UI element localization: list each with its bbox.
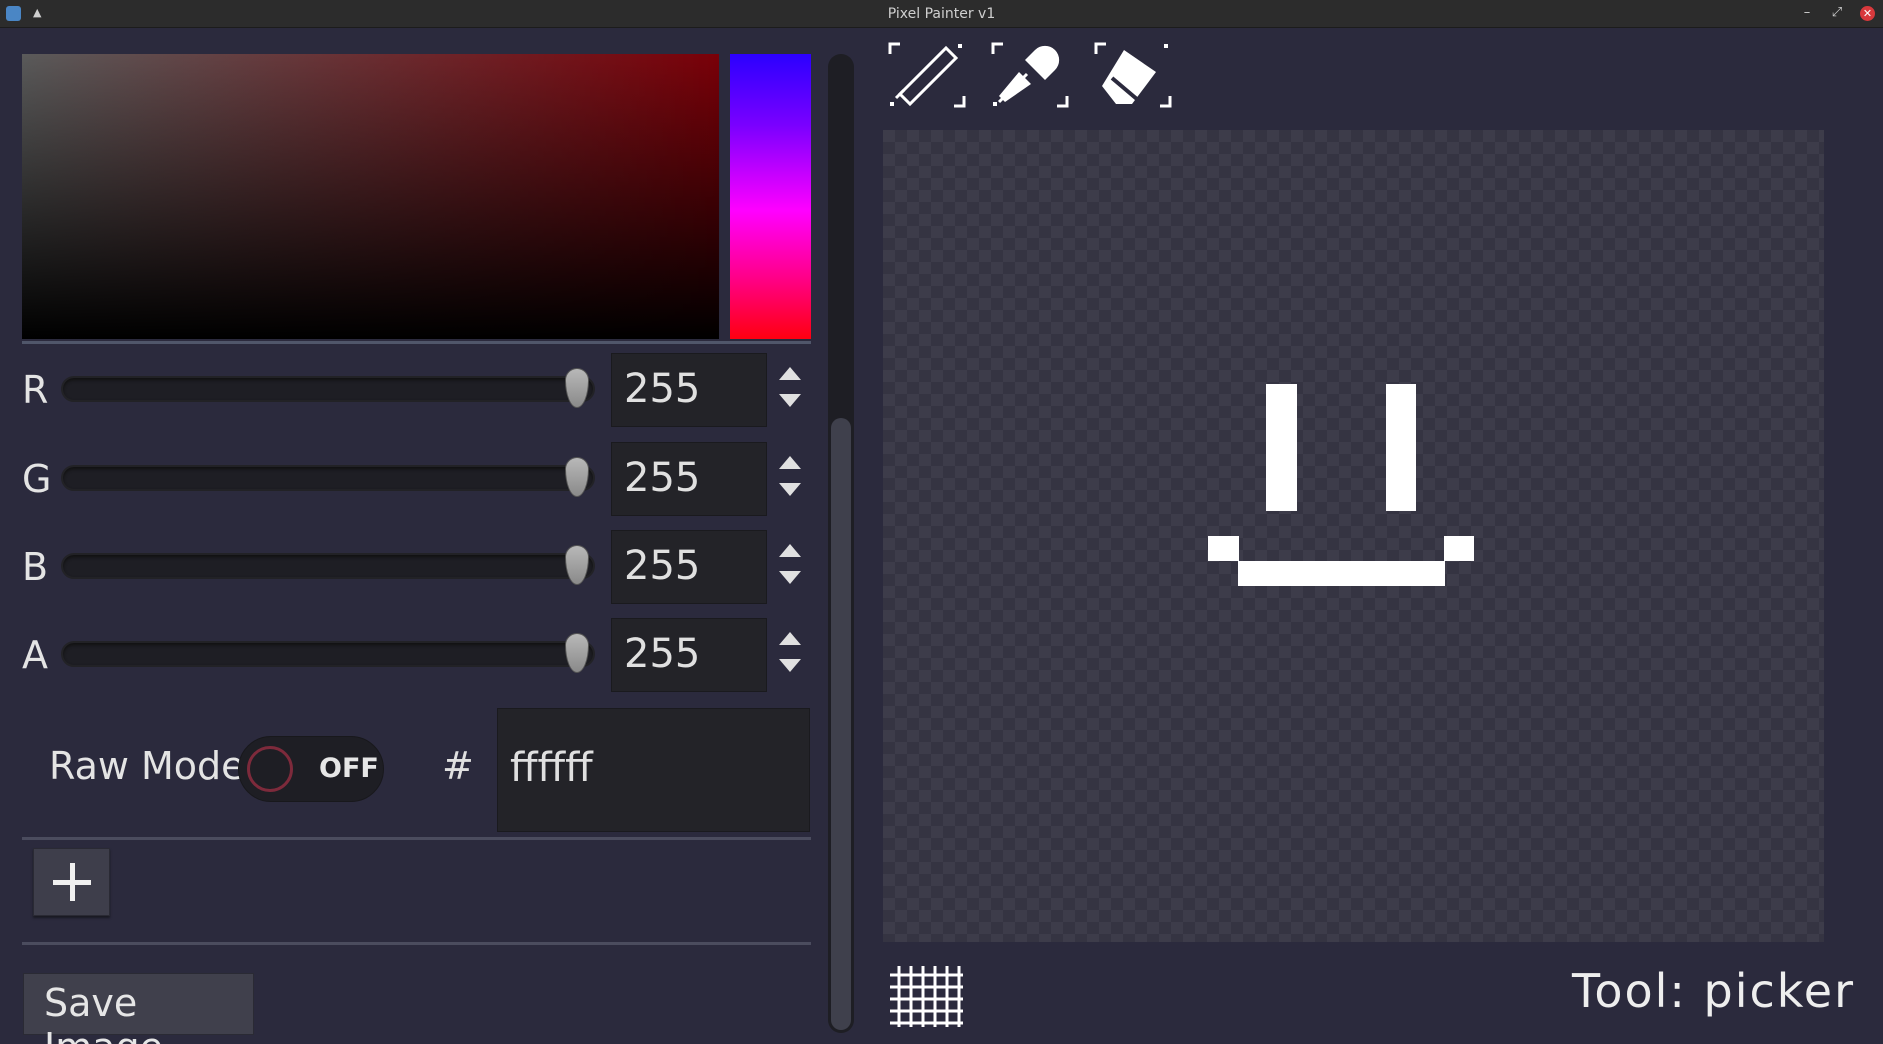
channel-value-a[interactable]: 255 [611,618,767,692]
eyedropper-icon [991,42,1069,108]
channel-slider-b[interactable] [61,553,595,579]
channel-label-g: G [22,457,52,501]
spin-down-icon[interactable] [779,571,801,584]
current-tool-label: Tool: picker [1572,964,1855,1018]
scrollbar-thumb[interactable] [831,418,851,1030]
save-image-button[interactable]: Save Image [23,973,254,1044]
spin-down-icon[interactable] [779,483,801,496]
raw-mode-label: Raw Mode [49,744,245,788]
channel-slider-r[interactable] [61,376,595,402]
channel-value-b[interactable]: 255 [611,530,767,604]
channel-value-g[interactable]: 255 [611,442,767,516]
pixel-stroke [1266,384,1297,511]
channel-label-a: A [22,633,48,677]
slider-handle[interactable] [565,457,589,497]
saturation-value-picker[interactable] [22,54,719,339]
slider-handle[interactable] [565,368,589,408]
divider [22,837,811,840]
spin-up-icon[interactable] [779,544,801,557]
toggle-state-label: OFF [319,753,379,784]
hex-input[interactable]: ffffff [497,708,810,832]
close-icon[interactable]: ✕ [1860,6,1875,21]
pixel-stroke [1444,536,1474,561]
add-swatch-button[interactable] [33,848,110,916]
grid-icon [890,966,963,1027]
spin-up-icon[interactable] [779,367,801,380]
spin-up-icon[interactable] [779,456,801,469]
picker-tool-button[interactable] [991,42,1069,108]
hue-slider[interactable] [730,54,811,339]
hex-prefix: # [442,744,474,788]
pixel-stroke [1208,536,1239,561]
scrollbar[interactable] [828,54,854,1033]
pixel-stroke [1386,384,1416,511]
window-title: Pixel Painter v1 [887,6,996,22]
pixel-stroke [1238,561,1445,586]
divider [22,942,811,945]
raw-mode-toggle[interactable]: OFF [238,736,384,802]
toggle-knob [247,746,293,792]
pencil-tool-button[interactable] [888,42,966,108]
grid-toggle-button[interactable] [889,965,964,1028]
minimize-icon[interactable]: – [1799,5,1815,20]
channel-label-r: R [22,368,49,412]
channel-slider-g[interactable] [61,465,595,491]
slider-handle[interactable] [565,545,589,585]
spin-up-icon[interactable] [779,632,801,645]
divider [22,341,811,344]
channel-label-b: B [22,545,49,589]
drawing-canvas[interactable] [883,130,1824,942]
eraser-tool-button[interactable] [1094,42,1172,108]
maximize-icon[interactable]: ⤢ [1829,5,1845,20]
eraser-icon [1094,42,1172,108]
spin-down-icon[interactable] [779,394,801,407]
title-bar: ▲ Pixel Painter v1 – ⤢ ✕ [0,0,1883,28]
slider-handle[interactable] [565,633,589,673]
channel-slider-a[interactable] [61,641,595,667]
spin-down-icon[interactable] [779,659,801,672]
pencil-icon [888,42,966,108]
channel-value-r[interactable]: 255 [611,353,767,427]
